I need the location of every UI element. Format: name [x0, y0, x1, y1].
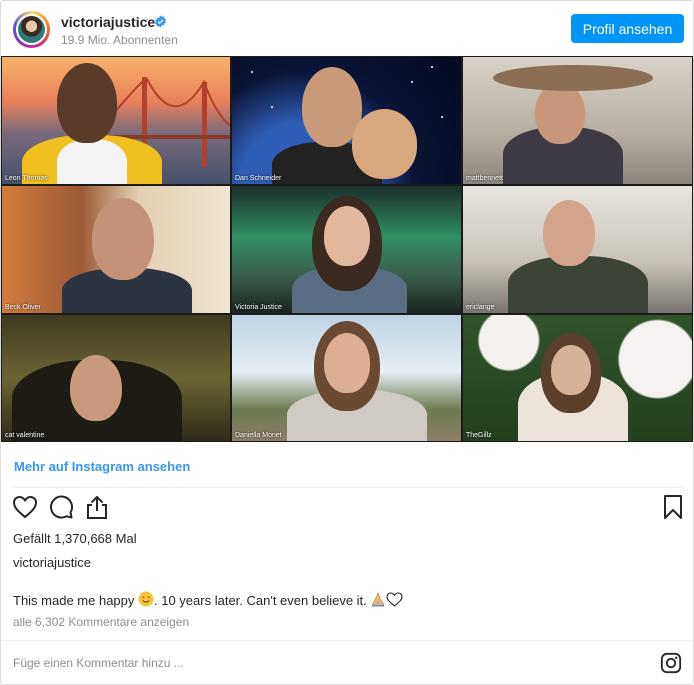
- divider: [13, 487, 683, 488]
- caption-text: This made me happy: [13, 593, 139, 608]
- caption-text-continued: . 10 years later. Can't even believe it.: [154, 593, 371, 608]
- heart-icon[interactable]: [11, 493, 39, 521]
- share-icon[interactable]: [83, 493, 111, 521]
- view-all-comments-link[interactable]: alle 6,302 Kommentare anzeigen: [13, 615, 189, 629]
- call-tile: Beck Oliver: [1, 185, 231, 314]
- tile-label: Daniella Monet: [235, 432, 282, 439]
- comment-icon[interactable]: [47, 493, 75, 521]
- instagram-embed-card: victoriajustice 19.9 Mio. Abonnenten Pro…: [0, 0, 694, 685]
- call-tile: Daniella Monet: [231, 314, 462, 442]
- caption-username[interactable]: victoriajustice: [13, 555, 91, 570]
- instagram-logo-icon[interactable]: [660, 652, 682, 674]
- like-count: Gefällt 1,370,668 Mal: [13, 531, 137, 546]
- tile-label: mattbennett: [466, 175, 503, 182]
- bookmark-icon[interactable]: [659, 493, 687, 521]
- view-profile-button[interactable]: Profil ansehen: [571, 14, 684, 43]
- username[interactable]: victoriajustice: [61, 14, 155, 30]
- folded-hands-emoji-icon: [371, 592, 385, 607]
- tile-label: Victoria Justice: [235, 304, 282, 311]
- tile-label: TheGillz: [466, 432, 492, 439]
- verified-badge-icon: [155, 15, 166, 28]
- smiling-face-emoji-icon: [138, 591, 154, 607]
- post-header: victoriajustice 19.9 Mio. Abonnenten Pro…: [1, 1, 693, 56]
- avatar[interactable]: [13, 11, 50, 48]
- call-tile: mattbennett: [462, 56, 693, 185]
- video-call-grid-image[interactable]: Leon Thomas Dan Schneider mattbennett Be…: [1, 56, 693, 442]
- call-tile: Dan Schneider: [231, 56, 462, 185]
- divider: [1, 640, 693, 641]
- tile-label: Dan Schneider: [235, 175, 282, 182]
- follower-count: 19.9 Mio. Abonnenten: [61, 33, 178, 47]
- call-tile: TheGillz: [462, 314, 693, 442]
- tile-label: Leon Thomas: [5, 175, 48, 182]
- add-comment-input[interactable]: [13, 651, 613, 675]
- call-tile: Leon Thomas: [1, 56, 231, 185]
- avatar-image: [16, 14, 47, 45]
- view-more-on-instagram-link[interactable]: Mehr auf Instagram ansehen: [14, 459, 190, 474]
- tile-label: cat valentine: [5, 432, 45, 439]
- white-heart-emoji-icon: [386, 592, 403, 607]
- call-tile: ericlange: [462, 185, 693, 314]
- tile-label: Beck Oliver: [5, 304, 41, 311]
- tile-label: ericlange: [466, 304, 495, 311]
- call-tile: cat valentine: [1, 314, 231, 442]
- post-caption: This made me happy . 10 years later. Can…: [13, 591, 403, 608]
- action-bar: [1, 493, 693, 525]
- call-tile: Victoria Justice: [231, 185, 462, 314]
